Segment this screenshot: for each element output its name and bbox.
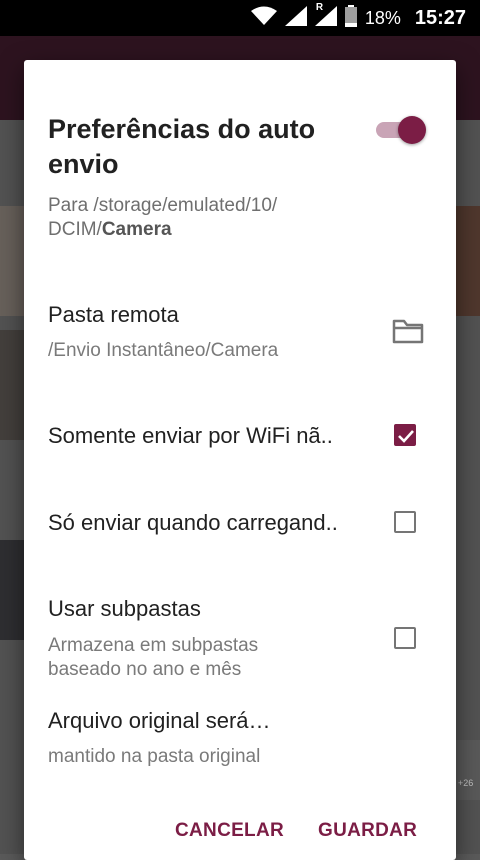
local-path-folder: Camera <box>101 219 172 240</box>
charging-only-checkbox[interactable] <box>394 511 416 533</box>
subfolders-checkbox[interactable] <box>394 627 416 649</box>
save-button[interactable]: GUARDAR <box>318 820 417 842</box>
dialog-title: Preferências do auto envio <box>48 114 316 179</box>
folder-icon[interactable] <box>392 318 424 344</box>
dialog-actions: CANCELAR GUARDAR <box>24 820 456 860</box>
toggle-thumb <box>398 116 426 144</box>
auto-upload-toggle[interactable] <box>376 116 428 144</box>
status-bar: R 18% 15:27 <box>0 0 480 36</box>
roaming-signal-icon: R <box>314 2 337 31</box>
remote-folder-title: Pasta remota <box>48 302 179 327</box>
wifi-only-label: Somente enviar por WiFi nã.. <box>48 423 333 448</box>
signal-icon <box>284 5 307 31</box>
auto-upload-preferences-dialog: Preferências do auto envio Para /storage… <box>24 60 456 860</box>
cancel-button[interactable]: CANCELAR <box>175 820 284 842</box>
roaming-label: R <box>315 1 324 13</box>
battery-percent: 18% <box>364 7 401 28</box>
remote-folder-value: /Envio Instantâneo/Camera <box>48 340 279 361</box>
wifi-only-checkbox[interactable] <box>394 424 416 446</box>
battery-icon <box>344 4 357 32</box>
clock: 15:27 <box>414 6 466 29</box>
local-path: Para /storage/emulated/10/ DCIM/Camera <box>48 194 338 242</box>
original-file-value: mantido na pasta original <box>48 746 261 767</box>
original-file-title: Arquivo original será… <box>48 708 271 733</box>
subfolders-title: Usar subpastas <box>48 596 201 621</box>
charging-only-label: Só enviar quando carregand.. <box>48 510 338 535</box>
wifi-icon <box>250 6 277 31</box>
subfolders-description: Armazena em subpastas baseado no ano e m… <box>48 635 259 680</box>
